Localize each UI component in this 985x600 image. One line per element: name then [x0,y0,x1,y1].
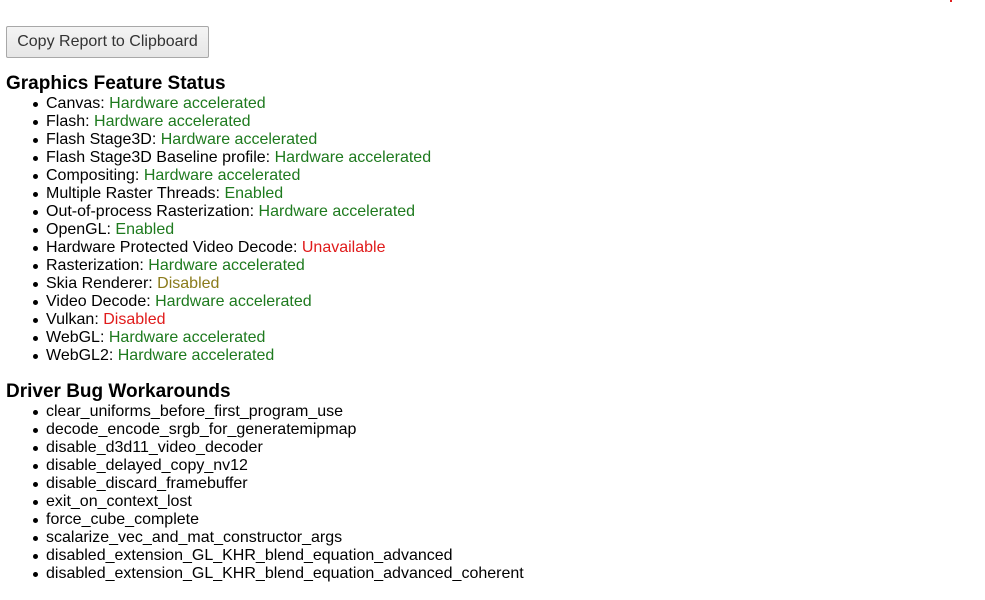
workaround-item: clear_uniforms_before_first_program_use [33,403,524,421]
bullet-icon [33,102,38,107]
bullet-icon [33,192,38,197]
bullet-icon [33,428,38,433]
workaround-item: force_cube_complete [33,511,524,529]
workaround-label: disabled_extension_GL_KHR_blend_equation… [46,547,453,564]
workaround-item: disabled_extension_GL_KHR_blend_equation… [33,547,524,565]
bullet-icon [33,318,38,323]
workaround-label: decode_encode_srgb_for_generatemipmap [46,421,357,438]
bullet-icon [33,336,38,341]
bullet-icon [33,554,38,559]
workaround-item: decode_encode_srgb_for_generatemipmap [33,421,524,439]
bullet-icon [33,482,38,487]
feature-status: Hardware accelerated [94,113,251,130]
bullet-icon [33,120,38,125]
feature-label: Skia Renderer: [46,275,153,292]
feature-label: Video Decode: [46,293,151,310]
feature-item-flash: Flash: Hardware accelerated [33,113,431,131]
feature-status: Hardware accelerated [109,95,266,112]
feature-status: Disabled [103,311,166,328]
feature-label: WebGL2: [46,347,114,364]
corner-mark [950,0,952,2]
feature-label: Multiple Raster Threads: [46,185,220,202]
bullet-icon [33,464,38,469]
workaround-item: scalarize_vec_and_mat_constructor_args [33,529,524,547]
feature-item-vulkan: Vulkan: Disabled [33,311,431,329]
gpu-report-page: Copy Report to Clipboard Graphics Featur… [0,0,985,600]
bullet-icon [33,536,38,541]
bullet-icon [33,246,38,251]
workaround-label: scalarize_vec_and_mat_constructor_args [46,529,343,546]
feature-label: Hardware Protected Video Decode: [46,239,298,256]
bullet-icon [33,300,38,305]
feature-status: Hardware accelerated [155,293,312,310]
feature-status: Hardware accelerated [143,167,301,184]
feature-label: Flash Stage3D: [46,131,157,148]
feature-item-compositing: Compositing: Hardware accelerated [33,167,431,185]
feature-item-webgl: WebGL: Hardware accelerated [33,329,431,347]
feature-item-video-decode: Video Decode: Hardware accelerated [33,293,431,311]
feature-item-rasterization: Rasterization: Hardware accelerated [33,257,431,275]
bullet-icon [33,210,38,215]
feature-item-multiple-raster-threads: Multiple Raster Threads: Enabled [33,185,431,203]
feature-label: Out-of-process Rasterization: [46,203,255,220]
feature-item-canvas: Canvas: Hardware accelerated [33,95,431,113]
workaround-item: disable_delayed_copy_nv12 [33,457,524,475]
feature-label: Flash: [46,113,90,130]
bullet-icon [33,174,38,179]
feature-item-hw-protected-video-decode: Hardware Protected Video Decode: Unavail… [33,239,431,257]
bullet-icon [33,446,38,451]
bullet-icon [33,264,38,269]
feature-status: Hardware accelerated [160,131,318,148]
feature-status: Hardware accelerated [274,149,432,166]
graphics-feature-status-list: Canvas: Hardware accelerated Flash: Hard… [0,95,431,365]
bullet-icon [33,354,38,359]
workaround-label: disable_d3d11_video_decoder [46,439,263,456]
workaround-item: exit_on_context_lost [33,493,524,511]
feature-label: Canvas: [46,95,105,112]
driver-bug-workarounds-list: clear_uniforms_before_first_program_use … [0,403,524,583]
workaround-item: disable_discard_framebuffer [33,475,524,493]
feature-label: Vulkan: [46,311,99,328]
copy-report-button[interactable]: Copy Report to Clipboard [6,26,209,58]
feature-label: OpenGL: [46,221,111,238]
feature-item-webgl2: WebGL2: Hardware accelerated [33,347,431,365]
bullet-icon [33,572,38,577]
bullet-icon [33,138,38,143]
workaround-label: exit_on_context_lost [46,493,192,510]
feature-status: Hardware accelerated [258,203,416,220]
workaround-label: clear_uniforms_before_first_program_use [46,403,344,420]
bullet-icon [33,500,38,505]
workaround-label: disabled_extension_GL_KHR_blend_equation… [46,565,524,582]
feature-label: WebGL: [46,329,105,346]
bullet-icon [33,228,38,233]
feature-status: Enabled [115,221,175,238]
workaround-label: disable_discard_framebuffer [46,475,248,492]
feature-item-skia-renderer: Skia Renderer: Disabled [33,275,431,293]
bullet-icon [33,518,38,523]
workaround-label: disable_delayed_copy_nv12 [46,457,248,474]
feature-status: Enabled [224,185,284,202]
feature-status: Unavailable [301,239,386,256]
feature-label: Flash Stage3D Baseline profile: [46,149,271,166]
workaround-item: disable_d3d11_video_decoder [33,439,524,457]
driver-bug-workarounds-heading: Driver Bug Workarounds [6,381,231,402]
feature-item-opengl: OpenGL: Enabled [33,221,431,239]
bullet-icon [33,410,38,415]
feature-status: Hardware accelerated [148,257,305,274]
feature-item-flash-stage3d: Flash Stage3D: Hardware accelerated [33,131,431,149]
feature-status: Hardware accelerated [108,329,266,346]
bullet-icon [33,282,38,287]
feature-item-oop-rasterization: Out-of-process Rasterization: Hardware a… [33,203,431,221]
feature-item-flash-stage3d-baseline: Flash Stage3D Baseline profile: Hardware… [33,149,432,167]
workaround-label: force_cube_complete [46,511,199,528]
bullet-icon [33,156,38,161]
feature-status: Hardware accelerated [117,347,275,364]
feature-label: Rasterization: [46,257,144,274]
workaround-item: disabled_extension_GL_KHR_blend_equation… [33,565,524,583]
feature-status: Disabled [157,275,220,292]
graphics-feature-status-heading: Graphics Feature Status [6,73,226,94]
feature-label: Compositing: [46,167,140,184]
